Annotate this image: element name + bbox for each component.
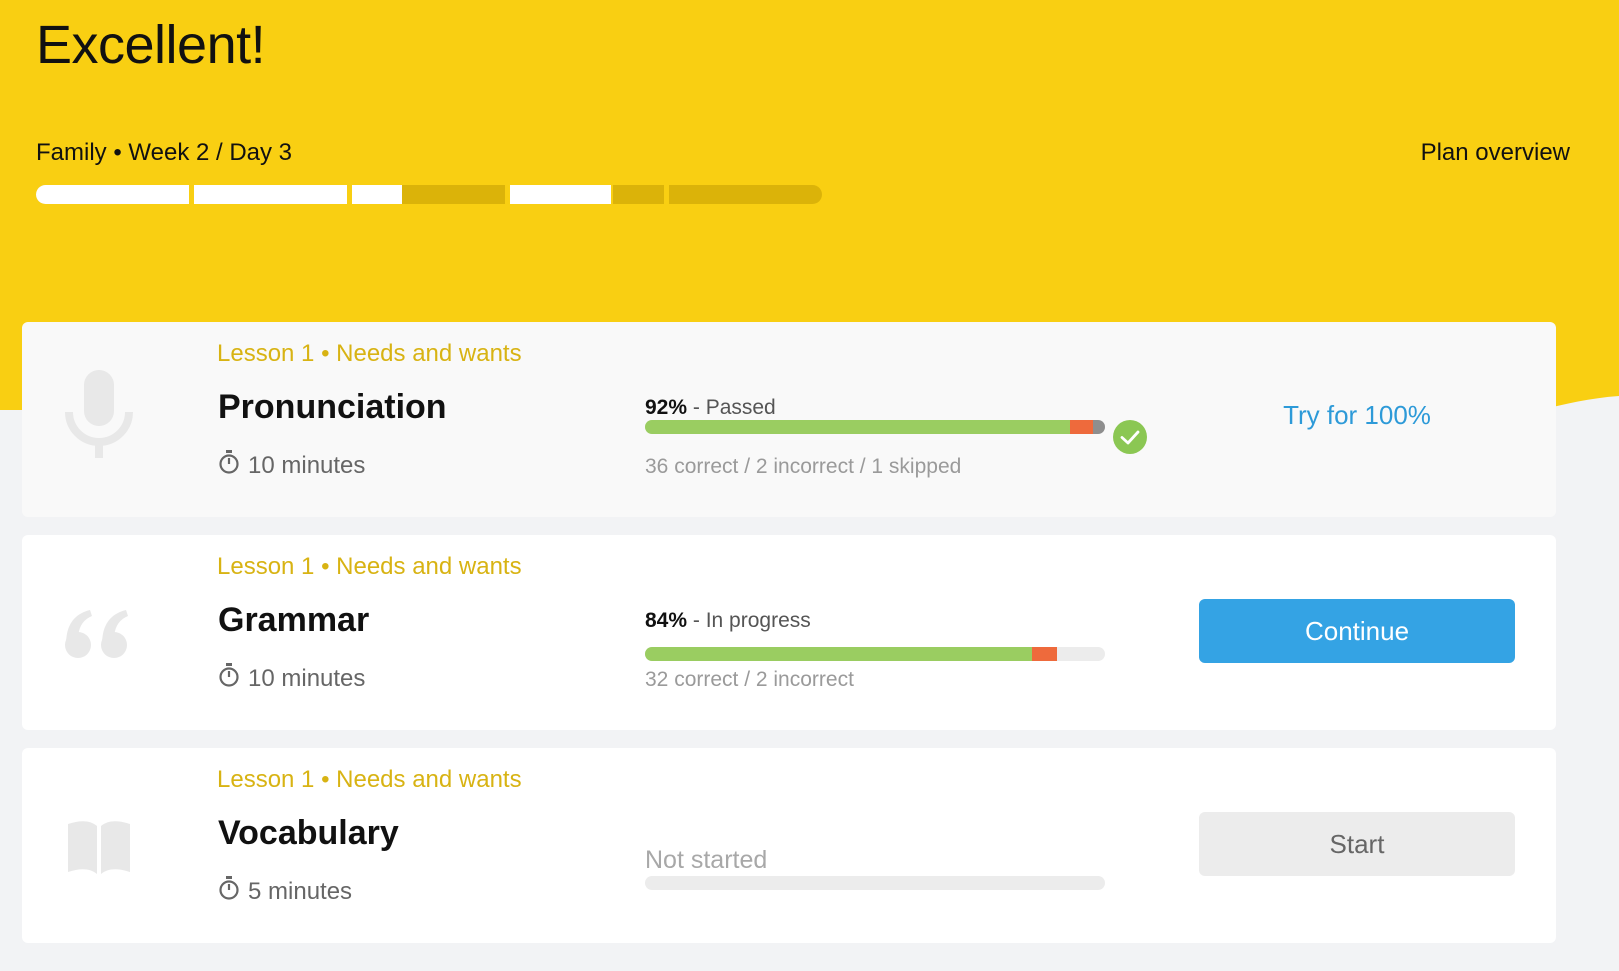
plan-progress-segment: [613, 185, 664, 204]
timer-icon: [218, 450, 240, 481]
lesson-label: Lesson 1 • Needs and wants: [217, 553, 522, 580]
activity-card-pronunciation: Lesson 1 • Needs and wants Pronunciation…: [22, 322, 1556, 517]
page-title: Excellent!: [36, 15, 266, 75]
plan-progress-segment: [510, 185, 611, 204]
plan-progress-segment: [669, 185, 822, 204]
duration-label: 10 minutes: [248, 664, 366, 692]
plan-progress-segment: [194, 185, 347, 204]
plan-progress-fill: [352, 185, 403, 204]
book-icon: [64, 796, 134, 886]
status-label: Not started: [645, 846, 768, 874]
activity-duration: 10 minutes: [218, 450, 365, 481]
check-icon: [1113, 420, 1147, 454]
plan-progress-fill: [36, 185, 189, 204]
incorrect-fill: [1069, 420, 1094, 434]
activity-duration: 10 minutes: [218, 663, 365, 694]
activity-card-vocabulary: Lesson 1 • Needs and wants Vocabulary 5 …: [22, 748, 1556, 943]
continue-button[interactable]: Continue: [1199, 599, 1515, 663]
score-percent: 92%: [645, 396, 688, 419]
correct-fill: [645, 420, 1070, 434]
lesson-label: Lesson 1 • Needs and wants: [217, 340, 522, 367]
score-status: - Passed: [687, 396, 776, 419]
score-stats: 36 correct / 2 incorrect / 1 skipped: [645, 455, 962, 478]
score-percent: 84%: [645, 609, 688, 632]
plan-progress-fill: [510, 185, 611, 204]
activity-duration: 5 minutes: [218, 876, 352, 907]
lesson-label: Lesson 1 • Needs and wants: [217, 766, 522, 793]
quote-icon: [64, 583, 134, 673]
breadcrumb: Family • Week 2 / Day 3: [36, 139, 293, 166]
score-line: 84% - In progress: [645, 609, 811, 633]
score-status: - In progress: [687, 609, 811, 632]
start-button[interactable]: Start: [1199, 812, 1515, 876]
score-progress-bar: [645, 647, 1105, 661]
correct-fill: [645, 647, 1033, 661]
timer-icon: [218, 663, 240, 694]
plan-progress-fill: [194, 185, 347, 204]
skipped-fill: [1093, 420, 1105, 434]
duration-label: 5 minutes: [248, 877, 353, 905]
try-for-100-link[interactable]: Try for 100%: [1199, 400, 1515, 431]
microphone-icon: [64, 370, 134, 460]
incorrect-fill: [1032, 647, 1057, 661]
plan-progress-bar: [36, 185, 822, 204]
activity-card-grammar: Lesson 1 • Needs and wants Grammar 10 mi…: [22, 535, 1556, 730]
plan-overview-link[interactable]: Plan overview: [1400, 139, 1570, 167]
duration-label: 10 minutes: [248, 451, 366, 479]
plan-progress-segment: [36, 185, 189, 204]
score-line: 92% - Passed: [645, 396, 776, 420]
score-progress-bar: [645, 420, 1105, 434]
activity-title: Vocabulary: [218, 814, 399, 852]
timer-icon: [218, 876, 240, 907]
score-stats: 32 correct / 2 incorrect: [645, 668, 854, 691]
activity-title: Pronunciation: [218, 388, 447, 426]
activity-title: Grammar: [218, 601, 370, 639]
score-progress-bar: [645, 876, 1105, 890]
plan-progress-segment: [352, 185, 505, 204]
